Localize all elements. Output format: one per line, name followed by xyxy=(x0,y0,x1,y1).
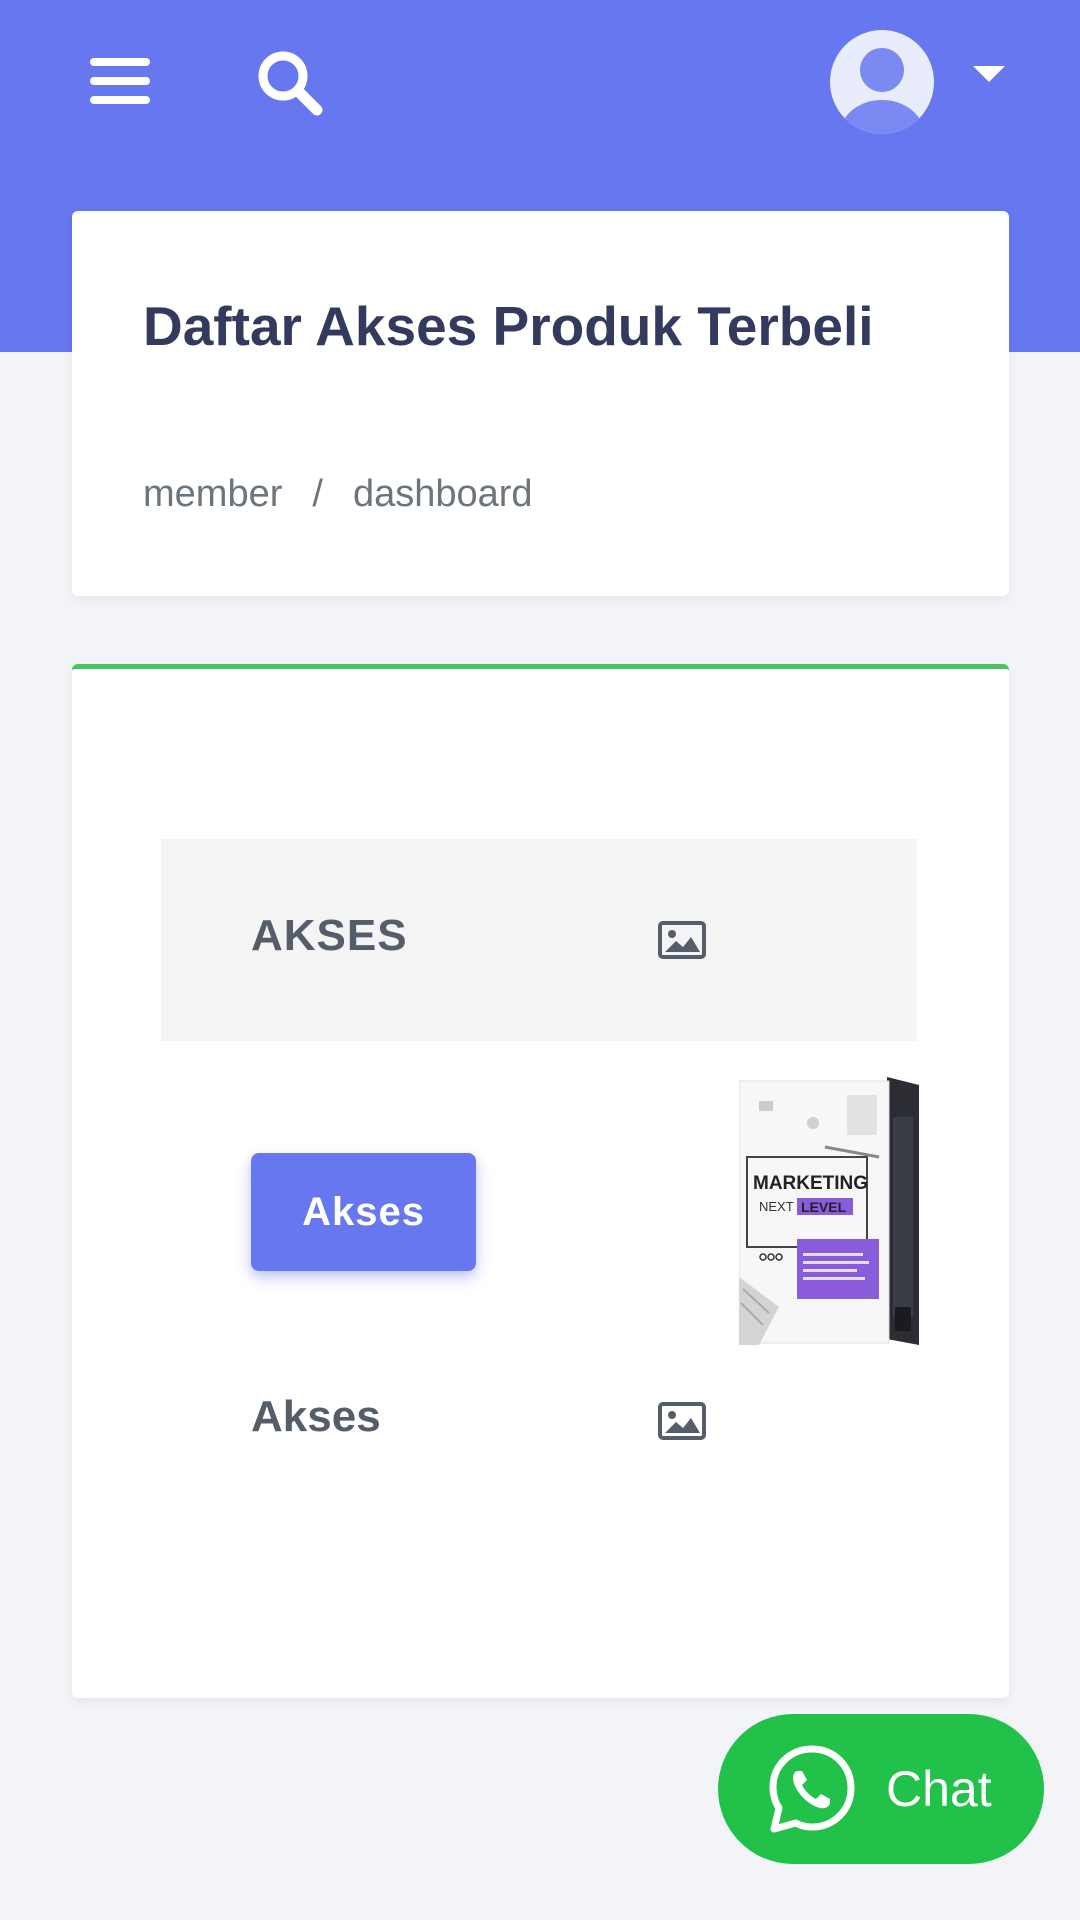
user-avatar[interactable] xyxy=(824,30,940,134)
chat-label: Chat xyxy=(886,1761,992,1817)
breadcrumb-separator: / xyxy=(312,473,323,515)
menu-button[interactable] xyxy=(82,46,158,116)
akses-label: Akses xyxy=(251,1392,381,1441)
search-icon xyxy=(258,51,323,116)
table-header-row: AKSES xyxy=(161,839,917,1041)
whatsapp-chat-button[interactable]: Chat xyxy=(718,1714,1044,1864)
image-icon xyxy=(658,1402,706,1440)
breadcrumb-item-dashboard: dashboard xyxy=(352,473,533,515)
user-avatar-icon xyxy=(830,30,934,134)
column-header-akses: AKSES xyxy=(251,911,408,960)
breadcrumb-item-member[interactable]: member xyxy=(143,473,282,516)
table-row: Akses xyxy=(161,1316,917,1516)
image-icon xyxy=(658,921,706,959)
svg-text:MARKETING: MARKETING xyxy=(753,1173,868,1194)
product-image[interactable]: MARKETING NEXT LEVEL xyxy=(739,1077,919,1345)
product-access-table: AKSES Akses MARKETING NEXT LEVEL Akses xyxy=(161,839,919,1516)
whatsapp-icon xyxy=(769,1745,855,1833)
page-title-card: Daftar Akses Produk Terbeli member / das… xyxy=(72,211,1009,596)
search-button[interactable] xyxy=(248,44,332,122)
svg-text:LEVEL: LEVEL xyxy=(801,1199,847,1215)
page: Daftar Akses Produk Terbeli member / das… xyxy=(0,0,1080,1920)
page-title: Daftar Akses Produk Terbeli xyxy=(143,295,874,357)
hamburger-menu-icon xyxy=(90,58,150,104)
user-dropdown-toggle[interactable] xyxy=(964,58,1014,92)
breadcrumb: member / dashboard xyxy=(143,473,533,516)
akses-button[interactable]: Akses xyxy=(251,1153,476,1271)
svg-text:NEXT: NEXT xyxy=(759,1199,794,1214)
caret-down-icon xyxy=(973,66,1005,82)
table-row: Akses MARKETING NEXT LEVEL xyxy=(161,1041,919,1345)
product-access-card: AKSES Akses MARKETING NEXT LEVEL Akses xyxy=(72,664,1009,1698)
